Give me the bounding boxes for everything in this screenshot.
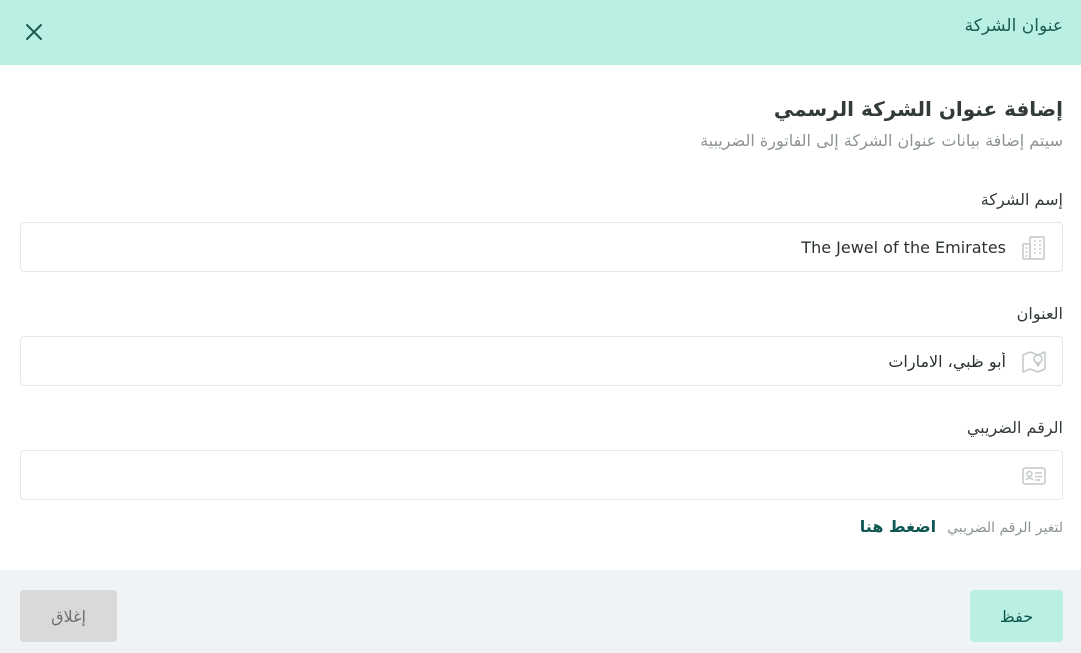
tax-note: لتغير الرقم الضريبي اضغط هنا <box>860 517 1063 536</box>
dialog-header: عنوان الشركة <box>0 0 1081 65</box>
address-input[interactable] <box>46 337 1006 385</box>
section-title: إضافة عنوان الشركة الرسمي <box>773 97 1063 121</box>
company-address-dialog: عنوان الشركة إضافة عنوان الشركة الرسمي س… <box>0 0 1081 653</box>
map-pin-icon <box>1021 349 1047 375</box>
id-card-icon <box>1021 463 1047 489</box>
tax-number-input[interactable] <box>46 451 1006 499</box>
dialog-title: عنوان الشركة <box>964 16 1063 36</box>
address-field <box>20 336 1063 386</box>
dialog-footer: إغلاق حفظ <box>0 570 1081 653</box>
save-button[interactable]: حفظ <box>970 590 1063 642</box>
tax-number-field <box>20 450 1063 500</box>
section-subtitle: سيتم إضافة بيانات عنوان الشركة إلى الفات… <box>700 131 1063 150</box>
close-icon[interactable] <box>20 18 48 46</box>
tax-note-text: لتغير الرقم الضريبي <box>947 520 1063 536</box>
company-name-label: إسم الشركة <box>980 190 1063 209</box>
company-name-input[interactable] <box>46 223 1006 271</box>
close-button[interactable]: إغلاق <box>20 590 117 642</box>
address-label: العنوان <box>1016 304 1063 323</box>
tax-number-label: الرقم الضريبي <box>966 418 1063 437</box>
building-icon <box>1021 235 1047 261</box>
change-tax-link[interactable]: اضغط هنا <box>860 517 936 536</box>
company-name-field <box>20 222 1063 272</box>
